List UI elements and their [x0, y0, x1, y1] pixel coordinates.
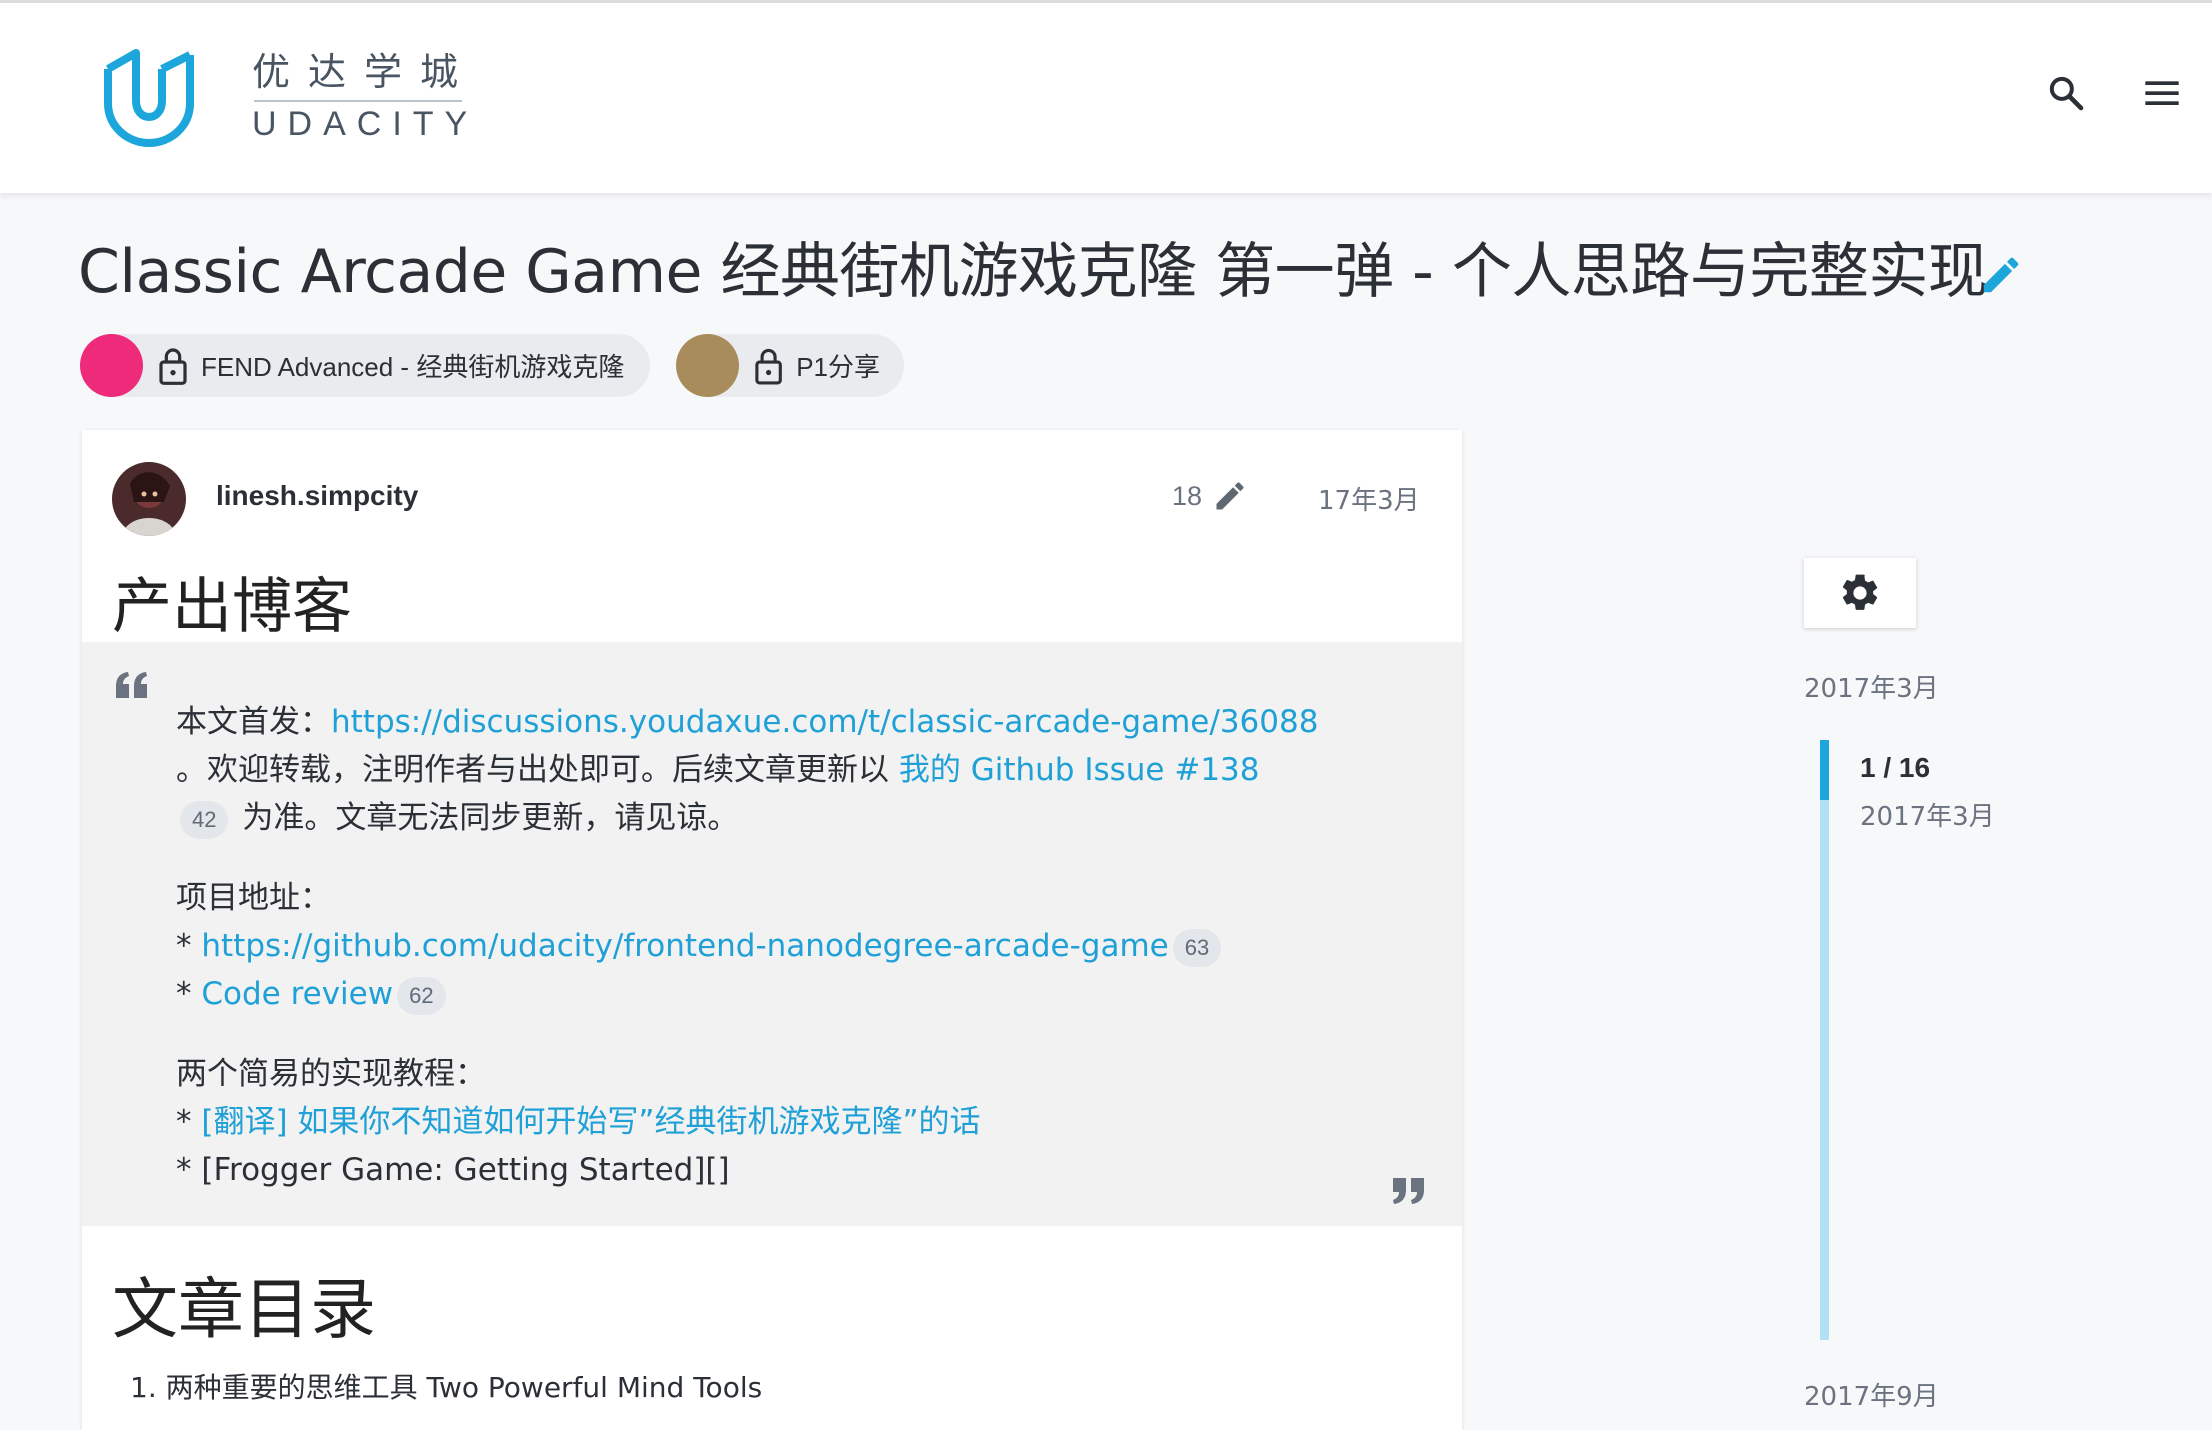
translation-tutorial-link[interactable]: [翻译] 如果你不知道如何开始写”经典街机游戏克隆”的话 — [201, 1104, 980, 1140]
project-label: 项目地址： — [176, 880, 331, 916]
quote-open-icon — [116, 672, 147, 698]
hamburger-menu-icon — [2145, 81, 2179, 105]
lock-icon — [159, 347, 187, 385]
link-click-count-badge: 62 — [397, 976, 446, 1015]
link-click-count-badge: 63 — [1172, 928, 1222, 967]
link-click-count-badge: 42 — [180, 800, 229, 839]
brand-name-en: UDACITY — [252, 105, 479, 143]
user-avatar[interactable] — [112, 462, 186, 536]
bullet: * — [176, 1104, 202, 1140]
timeline-position: 1 / 16 — [1860, 752, 1931, 783]
toc-item: 1. 两种重要的思维工具 Two Powerful Mind Tools — [130, 1371, 763, 1404]
project-link-row: * https://github.com/udacity/frontend-na… — [176, 922, 1225, 970]
lock-icon — [755, 348, 782, 384]
timeline-scroll-track[interactable] — [1820, 740, 1829, 1340]
category-label: P1分享 — [796, 352, 880, 382]
category-pill-fend-advanced[interactable]: FEND Advanced - 经典街机游戏克隆 — [80, 334, 650, 397]
bullet: * — [176, 976, 202, 1012]
search-button[interactable] — [2040, 67, 2092, 119]
topic-title: Classic Arcade Game 经典街机游戏克隆 第一弹 - 个人思路与… — [78, 237, 1988, 307]
post-date[interactable]: 17年3月 — [1318, 480, 1420, 517]
tutorial-row-frogger: * [Frogger Game: Getting Started][] — [176, 1152, 730, 1188]
quote-text: 本文首发： — [176, 704, 331, 740]
timeline-end-date[interactable]: 2017年9月 — [1804, 1376, 1939, 1413]
search-icon — [2049, 76, 2084, 111]
quote-close-icon — [1393, 1178, 1424, 1204]
quote-line-source: 本文首发：https://discussions.youdaxue.com/t/… — [176, 698, 1318, 746]
source-link[interactable]: https://discussions.youdaxue.com/t/class… — [331, 704, 1318, 740]
gear-icon — [1842, 574, 1878, 610]
tutorial-row-translation: * [翻译] 如果你不知道如何开始写”经典街机游戏克隆”的话 — [176, 1098, 981, 1146]
site-header: 优达学城 UDACITY — [0, 0, 2212, 193]
post-author-username[interactable]: linesh.simpcity — [216, 480, 418, 512]
category-pill-p1-share[interactable]: P1分享 — [676, 334, 904, 397]
pencil-icon — [1216, 482, 1244, 510]
quote-text: 为准。文章无法同步更新，请见谅。 — [232, 800, 739, 836]
toc-heading: 文章目录 — [112, 1271, 376, 1348]
code-review-link[interactable]: Code review — [201, 976, 393, 1012]
category-color-dot — [80, 334, 143, 397]
edit-count: 18 — [1172, 480, 1203, 511]
quote-line-sync: 42 为准。文章无法同步更新，请见谅。 — [176, 794, 738, 842]
edit-title-pencil-icon[interactable] — [1978, 252, 2024, 298]
timeline-start-date[interactable]: 2017年3月 — [1804, 668, 1939, 705]
category-color-dot — [676, 334, 739, 397]
brand-divider — [254, 100, 462, 102]
post-card: linesh.simpcity 18 17年3月 产出博客 本文首发：https… — [82, 430, 1462, 1430]
topic-admin-button[interactable] — [1804, 558, 1916, 628]
code-review-row: * Code review 62 — [176, 970, 450, 1018]
quote-text: 。欢迎转载，注明作者与出处即可。后续文章更新以 — [176, 752, 899, 788]
github-issue-link[interactable]: 我的 Github Issue #138 — [899, 752, 1260, 788]
bullet: * — [176, 928, 202, 964]
tutorials-label: 两个简易的实现教程： — [176, 1056, 486, 1092]
timeline-position-date: 2017年3月 — [1860, 802, 1995, 832]
github-repo-link[interactable]: https://github.com/udacity/frontend-nano… — [201, 928, 1168, 964]
post-edit-history-button[interactable]: 18 — [1172, 478, 1248, 514]
brand-name-cn: 优达学城 — [252, 50, 477, 94]
post-heading-blog: 产出博客 — [112, 572, 352, 642]
timeline-scroll-handle[interactable] — [1820, 740, 1829, 800]
category-label: FEND Advanced - 经典街机游戏克隆 — [201, 352, 625, 382]
blockquote: 本文首发：https://discussions.youdaxue.com/t/… — [82, 642, 1462, 1226]
menu-button[interactable] — [2136, 67, 2188, 119]
udacity-logo[interactable] — [94, 39, 204, 149]
quote-line-repost: 。欢迎转载，注明作者与出处即可。后续文章更新以 我的 Github Issue … — [176, 746, 1260, 794]
